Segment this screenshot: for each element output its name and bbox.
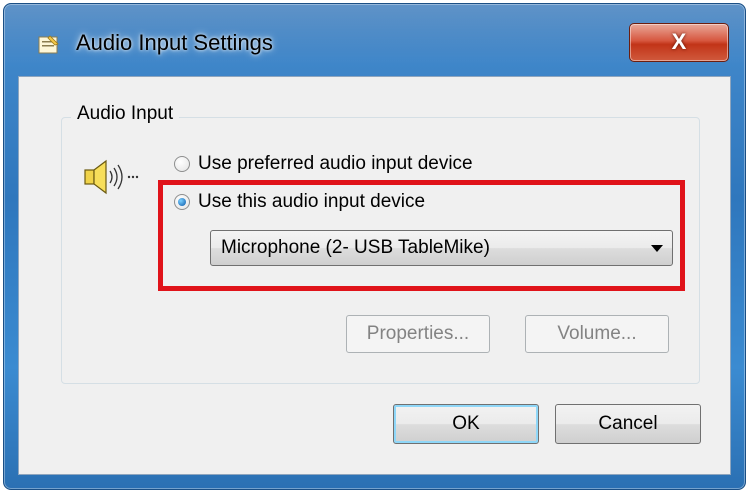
radio-preferred-device[interactable] (174, 156, 190, 172)
window-title: Audio Input Settings (76, 30, 273, 55)
highlight-box (158, 180, 685, 291)
option-preferred-device-label: Use preferred audio input device (198, 153, 473, 174)
dialog-client-area: Audio Input Use preferred audio input de… (18, 76, 731, 475)
properties-button[interactable]: Properties... (346, 315, 490, 353)
cancel-button[interactable]: Cancel (555, 404, 701, 444)
dialog-icon (38, 35, 59, 54)
close-button[interactable]: X (629, 23, 729, 62)
speaker-icon (84, 159, 139, 195)
option-preferred-device[interactable]: Use preferred audio input device (174, 153, 473, 175)
groupbox-label: Audio Input (71, 103, 180, 125)
ok-button[interactable]: OK (393, 404, 539, 444)
volume-button[interactable]: Volume... (525, 315, 669, 353)
